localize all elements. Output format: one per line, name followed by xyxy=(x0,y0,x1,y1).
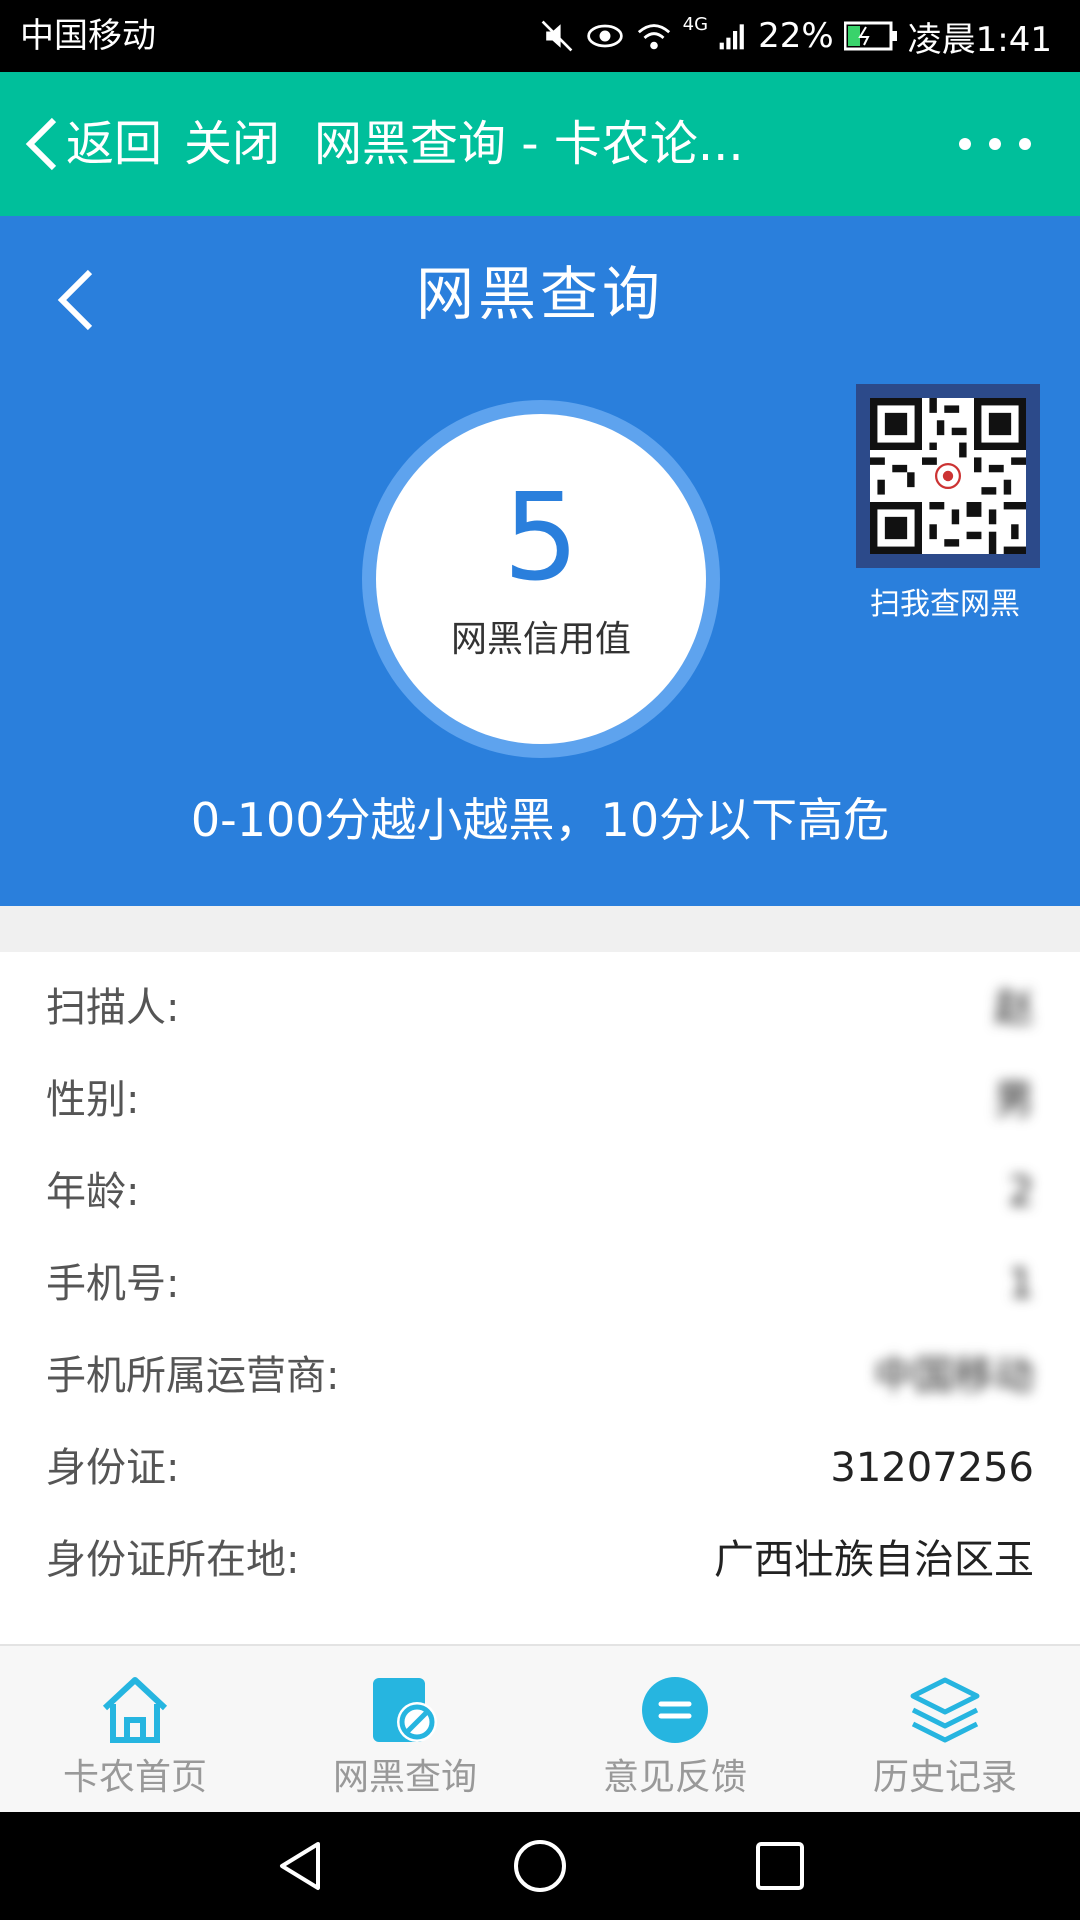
qr-code[interactable] xyxy=(856,384,1040,568)
info-label: 手机所属运营商: xyxy=(46,1353,340,1399)
clock: 凌晨1:41 xyxy=(907,19,1052,60)
info-row-age: 年龄: 2 xyxy=(0,1146,1080,1238)
tab-feedback[interactable]: 意见反馈 xyxy=(540,1646,810,1814)
info-row-scanner: 扫描人: 赵 xyxy=(0,962,1080,1054)
scan-info-list: 扫描人: 赵 性别: 男 年龄: 2 手机号: 1 手机所属运营商: 中国移动 … xyxy=(0,952,1080,1644)
info-value: 赵 xyxy=(994,985,1034,1031)
nav-recents-icon[interactable] xyxy=(750,1836,810,1896)
section-divider xyxy=(0,906,1080,952)
info-label: 手机号: xyxy=(46,1261,180,1307)
info-row-phone: 手机号: 1 xyxy=(0,1238,1080,1330)
network-type: 4G xyxy=(682,14,709,35)
credit-score-label: 网黑信用值 xyxy=(450,619,631,660)
score-scale-note: 0-100分越小越黑，10分以下高危 xyxy=(190,793,890,847)
home-icon xyxy=(102,1677,168,1743)
info-value: 男 xyxy=(994,1077,1034,1123)
back-chevron-icon[interactable] xyxy=(22,114,62,174)
tab-label: 意见反馈 xyxy=(602,1757,747,1798)
nav-home-icon[interactable] xyxy=(510,1836,570,1896)
info-value: 广西壮族自治区玉 xyxy=(714,1537,1034,1583)
info-label: 年龄: xyxy=(46,1169,140,1215)
layers-icon xyxy=(910,1677,980,1743)
mute-icon xyxy=(541,20,573,52)
back-button[interactable]: 返回 xyxy=(66,112,162,176)
status-icons: 4G 22% 凌晨1:41 xyxy=(539,14,1052,60)
close-button[interactable]: 关闭 xyxy=(184,112,280,176)
nav-back-icon[interactable] xyxy=(270,1836,330,1896)
info-row-id-location: 身份证所在地: 广西壮族自治区玉 xyxy=(0,1514,1080,1606)
signal-icon xyxy=(719,24,744,50)
carrier-name: 中国移动 xyxy=(20,16,156,56)
info-label: 扫描人: xyxy=(46,985,180,1031)
info-label: 性别: xyxy=(46,1077,140,1123)
score-ring: 5 网黑信用值 xyxy=(362,400,720,758)
battery-icon xyxy=(843,21,897,51)
tab-home[interactable]: 卡农首页 xyxy=(0,1646,270,1814)
tab-history[interactable]: 历史记录 xyxy=(810,1646,1080,1814)
info-label: 身份证所在地: xyxy=(46,1537,300,1583)
credit-score-value: 5 xyxy=(502,469,580,608)
blacklist-search-icon xyxy=(373,1678,437,1742)
score-hero: 网黑查询 5 网黑信用值 扫我查网黑 0-100分越小越黑，10分以下高危 xyxy=(0,216,1080,906)
hero-title: 网黑查询 xyxy=(415,260,664,328)
score-circle: 5 网黑信用值 xyxy=(376,414,706,744)
feedback-icon xyxy=(642,1677,708,1743)
browser-nav-bar: 返回 关闭 网黑查询 - 卡农论... xyxy=(0,72,1080,216)
info-value: 31207256 xyxy=(830,1445,1034,1491)
qr-code-icon xyxy=(870,398,1026,554)
more-icon[interactable] xyxy=(950,132,1040,156)
info-value: 1 xyxy=(1008,1261,1034,1307)
bottom-tab-bar: 卡农首页 网黑查询 意见反馈 历史记录 xyxy=(0,1644,1080,1812)
tab-blacklist-search[interactable]: 网黑查询 xyxy=(270,1646,540,1814)
qr-code-image xyxy=(870,398,1026,554)
info-value: 中国移动 xyxy=(874,1353,1034,1399)
info-row-carrier: 手机所属运营商: 中国移动 xyxy=(0,1330,1080,1422)
battery-percent: 22% xyxy=(758,16,834,56)
tab-label: 卡农首页 xyxy=(62,1757,207,1798)
eye-icon xyxy=(586,24,623,48)
info-value: 2 xyxy=(1008,1169,1034,1215)
tab-label: 网黑查询 xyxy=(332,1757,477,1798)
page-title: 网黑查询 - 卡农论... xyxy=(314,116,744,172)
status-bar: 中国移动 4G 22% 凌晨1:41 xyxy=(0,0,1080,72)
info-row-id-card: 身份证: 31207256 xyxy=(0,1422,1080,1514)
wifi-icon xyxy=(637,24,670,50)
android-nav-bar xyxy=(0,1812,1080,1920)
info-label: 身份证: xyxy=(46,1445,180,1491)
info-row-gender: 性别: 男 xyxy=(0,1054,1080,1146)
qr-label: 扫我查网黑 xyxy=(870,587,1020,622)
tab-label: 历史记录 xyxy=(872,1757,1017,1798)
